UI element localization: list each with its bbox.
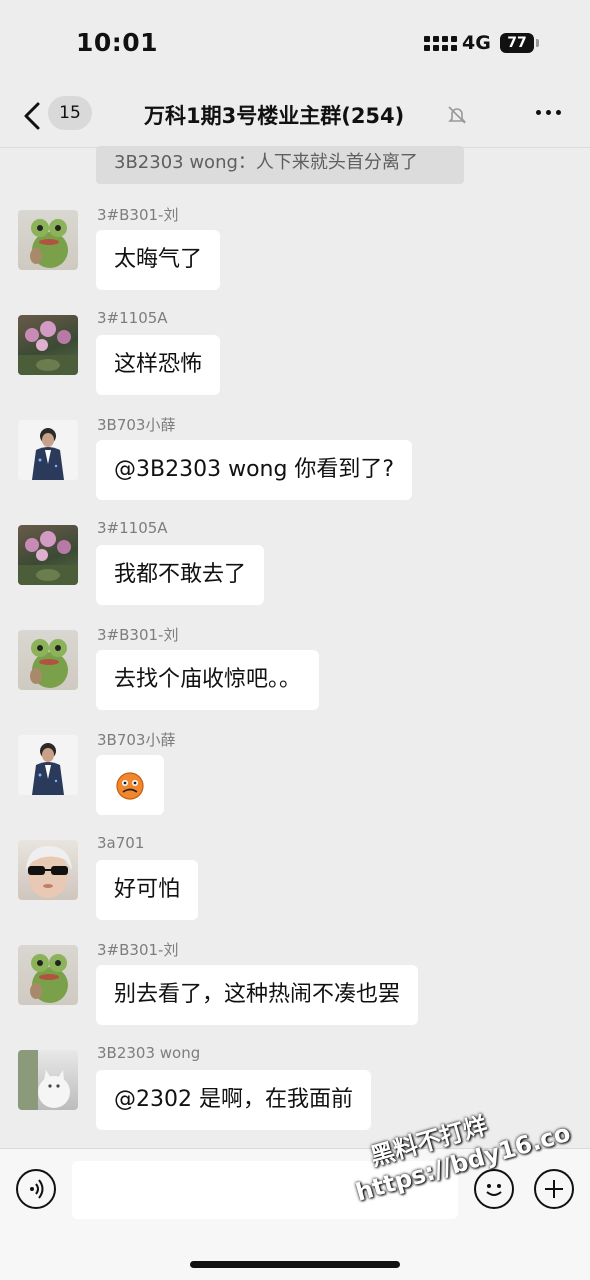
sender-name: 3B703小薛	[97, 416, 176, 434]
message-bubble[interactable]: 好可怕	[96, 860, 199, 920]
quoted-message[interactable]: 3B2303 wong：人下来就头首分离了	[96, 146, 464, 184]
suit-avatar[interactable]	[18, 735, 78, 795]
chat-input-bar	[0, 1148, 590, 1280]
sender-name: 3#B301-刘	[97, 941, 179, 959]
battery-icon: 77	[500, 33, 534, 53]
signal-icon	[424, 36, 457, 51]
message-bubble[interactable]: 我都不敢去了	[96, 545, 265, 605]
network-type: 4G	[462, 32, 491, 54]
sender-name: 3#B301-刘	[97, 206, 179, 224]
message-bubble[interactable]: 这样恐怖	[96, 335, 221, 395]
message-bubble[interactable]: @2302 是啊，在我面前	[96, 1070, 371, 1130]
cat-avatar[interactable]	[18, 1050, 78, 1110]
message-row: 3#B301-刘 去找个庙收惊吧。。	[0, 626, 590, 730]
message-bubble[interactable]: 去找个庙收惊吧。。	[96, 650, 320, 710]
home-indicator[interactable]	[190, 1261, 400, 1268]
more-actions-button[interactable]	[534, 1169, 574, 1209]
message-row: 3a701 好可怕	[0, 834, 590, 940]
sender-name: 3a701	[97, 834, 145, 852]
frog-avatar[interactable]	[18, 945, 78, 1005]
emoji-button[interactable]	[474, 1169, 514, 1209]
back-arrow-icon[interactable]	[20, 100, 44, 132]
message-bubble[interactable]: 太晦气了	[96, 230, 221, 290]
message-row: 3#1105A 这样恐怖	[0, 309, 590, 415]
suit-avatar[interactable]	[18, 420, 78, 480]
girl-avatar[interactable]	[18, 840, 78, 900]
sender-name: 3B703小薛	[97, 731, 176, 749]
message-row: 3B703小薛	[0, 731, 590, 835]
message-row: 3#B301-刘 太晦气了	[0, 206, 590, 310]
sender-name: 3#1105A	[97, 519, 168, 537]
sticker-bubble[interactable]	[96, 755, 164, 815]
message-bubble[interactable]: @3B2303 wong 你看到了?	[96, 440, 413, 500]
status-bar: 10:01 4G 77	[0, 0, 590, 88]
message-row: 3#B301-刘 别去看了，这种热闹不凑也罢	[0, 941, 590, 1045]
flower-avatar[interactable]	[18, 525, 78, 585]
chat-header: 15 万科1期3号楼业主群(254)	[0, 88, 590, 144]
group-title[interactable]: 万科1期3号楼业主群(254)	[144, 100, 404, 130]
scared-emoji-icon	[116, 772, 144, 800]
frog-avatar[interactable]	[18, 630, 78, 690]
sender-name: 3#B301-刘	[97, 626, 179, 644]
frog-avatar[interactable]	[18, 210, 78, 270]
message-row: 3#1105A 我都不敢去了	[0, 519, 590, 625]
unread-count-badge[interactable]: 15	[48, 96, 92, 130]
voice-input-button[interactable]	[16, 1169, 56, 1209]
sender-name: 3B2303 wong	[97, 1044, 201, 1062]
plus-icon	[545, 1180, 563, 1198]
smile-icon	[486, 1184, 502, 1196]
sender-name: 3#1105A	[97, 309, 168, 327]
message-row: 3B703小薛 @3B2303 wong 你看到了?	[0, 416, 590, 520]
mute-bell-icon	[448, 106, 466, 124]
more-options-icon[interactable]	[536, 110, 561, 115]
battery-tip	[536, 39, 539, 47]
status-time: 10:01	[76, 28, 159, 57]
voice-icon	[30, 1179, 44, 1199]
message-bubble[interactable]: 别去看了，这种热闹不凑也罢	[96, 965, 419, 1025]
flower-avatar[interactable]	[18, 315, 78, 375]
